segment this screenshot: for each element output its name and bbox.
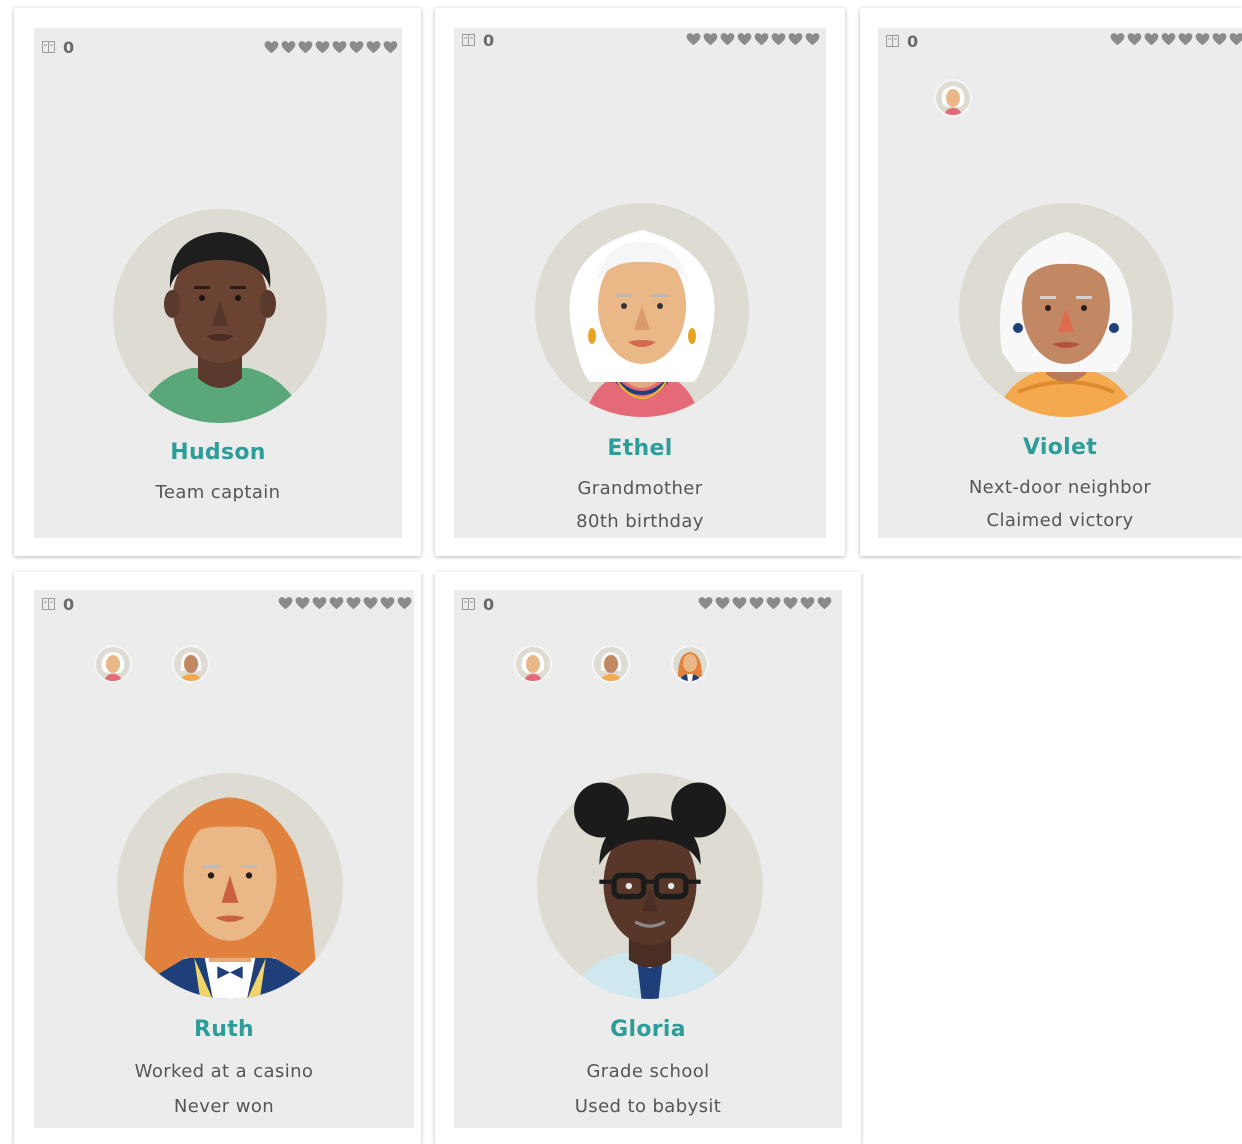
character-card-hudson[interactable]: 0 Hudson Team captain <box>14 8 421 556</box>
character-description-line-2: Never won <box>173 1096 275 1117</box>
character-card-violet[interactable]: 0 Violet Next-door neighbor Claimed vict… <box>860 8 1242 556</box>
character-name: Ruth <box>194 1017 254 1042</box>
heart-icon <box>295 597 310 610</box>
character-card-ruth[interactable]: 0 Ruth Worked at a casino Never won <box>14 572 421 1144</box>
heart-icon <box>329 597 344 610</box>
character-description-line-2: 80th birthday <box>576 511 704 532</box>
heart-icon <box>766 597 781 610</box>
portrait-hudson <box>112 208 328 424</box>
heart-icon <box>1178 33 1193 46</box>
book-icon <box>42 38 55 57</box>
score-counter: 0 <box>462 595 494 614</box>
lives-hearts <box>1110 32 1242 46</box>
heart-icon <box>1110 33 1125 46</box>
character-description-line-1: Grade school <box>586 1061 710 1082</box>
heart-icon <box>703 33 718 46</box>
character-name: Gloria <box>610 1017 686 1042</box>
heart-icon <box>698 597 713 610</box>
score-counter: 0 <box>462 31 494 50</box>
character-card-gloria[interactable]: 0 Gloria Grade school Used to babysit <box>435 572 861 1144</box>
heart-icon <box>264 41 279 54</box>
eliminated-avatar-ethel <box>96 647 130 681</box>
eliminated-avatar-violet <box>594 647 628 681</box>
eliminated-avatar-ruth <box>673 647 707 681</box>
eliminated-avatar-violet <box>174 647 208 681</box>
heart-icon <box>397 597 412 610</box>
score-value: 0 <box>63 38 75 57</box>
card-panel: 0 <box>454 590 842 1128</box>
heart-icon <box>754 33 769 46</box>
character-description-line-1: Worked at a casino <box>134 1061 314 1082</box>
heart-icon <box>686 33 701 46</box>
score-value: 0 <box>483 31 495 50</box>
heart-icon <box>1144 33 1159 46</box>
score-value: 0 <box>63 595 75 614</box>
book-icon <box>462 595 475 614</box>
lives-hearts <box>698 596 832 610</box>
portrait-gloria <box>536 772 764 1000</box>
heart-icon <box>749 597 764 610</box>
heart-icon <box>281 41 296 54</box>
heart-icon <box>315 41 330 54</box>
heart-icon <box>298 41 313 54</box>
character-description-line-1: Grandmother <box>577 478 703 499</box>
heart-icon <box>800 597 815 610</box>
lives-hearts <box>264 40 398 54</box>
heart-icon <box>715 597 730 610</box>
character-description-line-1: Next-door neighbor <box>968 477 1152 498</box>
heart-icon <box>312 597 327 610</box>
heart-icon <box>1195 33 1210 46</box>
score-counter: 0 <box>42 595 74 614</box>
heart-icon <box>732 597 747 610</box>
heart-icon <box>771 33 786 46</box>
lives-hearts <box>686 32 820 46</box>
portrait-ethel <box>534 202 750 418</box>
card-panel: 0 <box>34 28 402 538</box>
card-panel: 0 <box>878 28 1242 538</box>
heart-icon <box>383 41 398 54</box>
heart-icon <box>332 41 347 54</box>
character-name: Hudson <box>170 440 266 465</box>
heart-icon <box>366 41 381 54</box>
heart-icon <box>817 597 832 610</box>
character-name: Ethel <box>607 436 673 461</box>
heart-icon <box>788 33 803 46</box>
card-panel: 0 <box>34 590 414 1128</box>
heart-icon <box>1161 33 1176 46</box>
heart-icon <box>783 597 798 610</box>
heart-icon <box>737 33 752 46</box>
character-card-ethel[interactable]: 0 Ethel Grandmother 80th birthday <box>435 8 845 556</box>
score-value: 0 <box>483 595 495 614</box>
heart-icon <box>278 597 293 610</box>
portrait-ruth <box>116 772 344 1000</box>
book-icon <box>462 31 475 50</box>
character-description-line-2: Used to babysit <box>574 1096 722 1117</box>
heart-icon <box>363 597 378 610</box>
lives-hearts <box>278 596 412 610</box>
heart-icon <box>1229 33 1242 46</box>
eliminated-avatar-ethel <box>516 647 550 681</box>
card-panel: 0 <box>454 28 826 538</box>
score-counter: 0 <box>42 38 74 57</box>
portrait-violet <box>958 202 1174 418</box>
eliminated-avatar-ethel <box>936 81 970 115</box>
score-value: 0 <box>907 32 919 51</box>
book-icon <box>42 595 55 614</box>
heart-icon <box>1127 33 1142 46</box>
heart-icon <box>349 41 364 54</box>
heart-icon <box>346 597 361 610</box>
heart-icon <box>1212 33 1227 46</box>
score-counter: 0 <box>886 32 918 51</box>
character-description-line-1: Team captain <box>155 482 281 503</box>
book-icon <box>886 32 899 51</box>
heart-icon <box>380 597 395 610</box>
heart-icon <box>805 33 820 46</box>
character-name: Violet <box>1022 435 1098 460</box>
character-description-line-2: Claimed victory <box>986 510 1134 531</box>
heart-icon <box>720 33 735 46</box>
